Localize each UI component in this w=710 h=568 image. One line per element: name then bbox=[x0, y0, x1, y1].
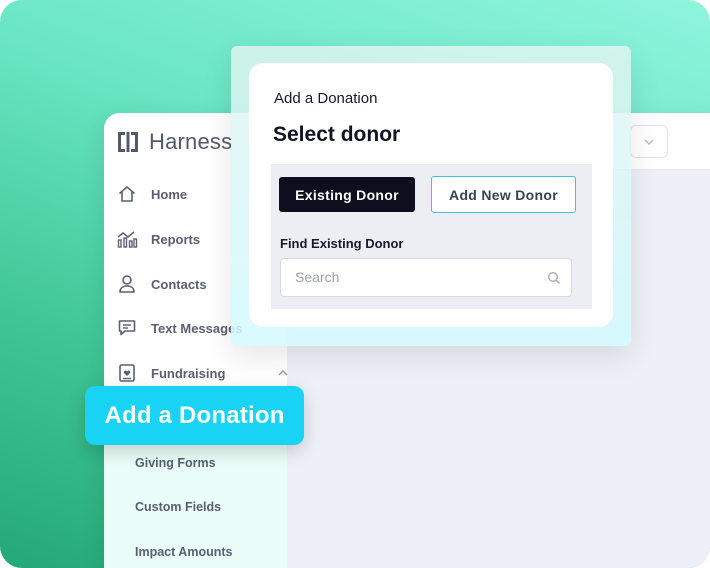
search-input[interactable] bbox=[295, 269, 535, 285]
select-donor-modal: Add a Donation Select donor Existing Don… bbox=[249, 63, 613, 327]
add-new-donor-button[interactable]: Add New Donor bbox=[431, 176, 576, 213]
submenu-item-custom-fields[interactable]: Custom Fields bbox=[135, 500, 221, 514]
account-dropdown[interactable] bbox=[630, 125, 668, 158]
sidebar-item-home[interactable]: Home bbox=[116, 183, 187, 205]
user-icon bbox=[116, 273, 138, 295]
donor-panel: Existing Donor Add New Donor Find Existi… bbox=[271, 164, 592, 309]
submenu-item-impact-amounts[interactable]: Impact Amounts bbox=[135, 545, 232, 559]
sidebar-item-label: Reports bbox=[151, 231, 201, 247]
harness-logo-icon bbox=[118, 132, 138, 152]
home-icon bbox=[116, 183, 138, 205]
fundraising-submenu: Giving Forms Custom Fields Impact Amount… bbox=[104, 433, 287, 568]
modal-eyebrow: Add a Donation bbox=[274, 90, 378, 107]
submenu-item-giving-forms[interactable]: Giving Forms bbox=[135, 456, 216, 470]
sidebar-item-label: Contacts bbox=[151, 276, 207, 292]
chevron-up-icon[interactable] bbox=[278, 370, 288, 376]
brand-name: Harness bbox=[149, 129, 233, 154]
message-icon bbox=[116, 317, 138, 339]
sidebar-item-label: Text Messages bbox=[151, 320, 243, 336]
sidebar-item-reports[interactable]: Reports bbox=[116, 228, 200, 250]
donor-search-box[interactable] bbox=[280, 258, 572, 297]
hero-background: Harness Home Reports Contacts Text Messa… bbox=[0, 0, 710, 568]
chart-icon bbox=[116, 228, 138, 250]
search-icon[interactable] bbox=[547, 271, 561, 285]
sidebar-item-label: Fundraising bbox=[151, 365, 226, 381]
sidebar-item-text-messages[interactable]: Text Messages bbox=[116, 317, 243, 339]
add-donation-callout[interactable]: Add a Donation bbox=[85, 386, 304, 445]
brand-logo[interactable]: Harness bbox=[116, 129, 232, 155]
sidebar-item-contacts[interactable]: Contacts bbox=[116, 273, 207, 295]
chevron-down-icon bbox=[644, 139, 654, 145]
find-donor-label: Find Existing Donor bbox=[280, 236, 404, 251]
sidebar-item-label: Home bbox=[151, 186, 188, 202]
modal-title: Select donor bbox=[273, 123, 401, 146]
existing-donor-button[interactable]: Existing Donor bbox=[279, 177, 415, 212]
heart-card-icon bbox=[116, 362, 138, 384]
sidebar-item-fundraising[interactable]: Fundraising bbox=[116, 362, 288, 384]
